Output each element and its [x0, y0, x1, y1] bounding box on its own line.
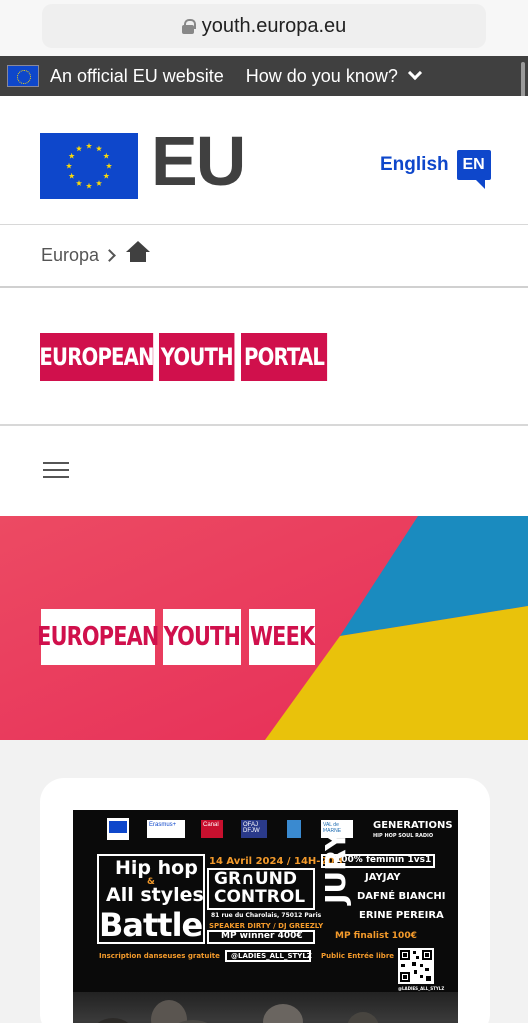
handle-text: @LADIES_ALL_STYLZ	[231, 952, 312, 960]
jury-member-1: JAYJAY	[365, 872, 401, 883]
how-label: How do you know?	[245, 65, 398, 86]
public-text: Public Entrée libre	[321, 952, 395, 960]
registration-text: Inscription danseuses gratuite	[99, 952, 220, 960]
breadcrumb: Europa	[0, 224, 528, 288]
home-icon[interactable]	[126, 240, 151, 263]
language-selector[interactable]: English EN	[380, 150, 491, 189]
eu-flag-small-icon	[107, 818, 129, 840]
eu-logo-text: EU	[151, 122, 246, 200]
portal-logo-word-1: EUROPEAN	[39, 333, 155, 381]
url-text: youth.europa.eu	[201, 14, 347, 37]
eu-official-banner: An official EU website How do you know?	[0, 56, 528, 96]
qr-code-icon	[398, 948, 434, 984]
ofaj-logo: OFAJ DFJW	[241, 820, 267, 838]
chevron-right-icon	[103, 249, 116, 262]
official-text: An official EU website	[50, 65, 224, 86]
chevron-down-icon	[407, 65, 422, 81]
lock-icon	[181, 19, 196, 34]
poster-headline-2: All styles	[106, 884, 204, 906]
partner-logos: Erasmus+ Canal OFAJ DFJW VAL de MARNE GE…	[73, 816, 458, 846]
eu-flag-icon	[7, 65, 39, 87]
hero-banner: EUROPEAN YOUTH WEEK	[0, 516, 528, 740]
jury-member-2: DAFNÉ BIANCHI	[357, 891, 446, 902]
how-do-you-know-button[interactable]: How do you know?	[245, 65, 422, 87]
language-code: EN	[462, 156, 485, 173]
poster-headline-3: Battle	[99, 906, 203, 944]
event-poster-image[interactable]: Erasmus+ Canal OFAJ DFJW VAL de MARNE GE…	[73, 810, 458, 1023]
content-area: Erasmus+ Canal OFAJ DFJW VAL de MARNE GE…	[0, 740, 528, 1023]
portal-logo[interactable]: EUROPEAN YOUTH PORTAL	[0, 290, 528, 426]
address-bar[interactable]: youth.europa.eu	[42, 4, 486, 48]
prize-winner: MP winner 400€	[221, 931, 303, 941]
venue-name-1: GR∩UND	[214, 869, 297, 889]
language-label: English	[380, 154, 449, 175]
site-header: EU English EN	[0, 96, 528, 224]
eu-flag-logo[interactable]	[40, 133, 138, 199]
menu-bar	[0, 428, 528, 516]
venue-address: 81 rue du Charolais, 75012 Paris	[211, 912, 322, 919]
erasmus-logo: Erasmus+	[147, 820, 185, 838]
poster-speaker: SPEAKER DIRTY / DJ GREEZLY	[209, 922, 324, 930]
generations-sub: HIP HOP SOUL RADIO	[373, 833, 434, 839]
poster-category: 100% féminin 1vs1	[335, 855, 432, 865]
crowd-photo	[73, 992, 458, 1023]
hamburger-menu-icon[interactable]	[43, 462, 69, 480]
jury-member-3: ERINE PEREIRA	[359, 910, 444, 921]
language-bubble-icon: EN	[456, 150, 491, 189]
prize-finalist: MP finalist 100€	[335, 931, 417, 941]
venue-name-2: CONTROL	[214, 887, 306, 907]
event-card[interactable]: Erasmus+ Canal OFAJ DFJW VAL de MARNE GE…	[40, 778, 490, 1023]
breadcrumb-europa[interactable]: Europa	[41, 245, 99, 266]
hero-word-1: EUROPEAN	[37, 609, 159, 665]
hero-word-3: WEEK	[249, 609, 315, 665]
canal-logo: Canal	[201, 820, 223, 838]
poster-headline-1: Hip hop	[115, 857, 198, 879]
generations-logo: GENERATIONS	[373, 820, 453, 831]
qr-caption: @LADIES_ALL_STYLZ	[398, 986, 445, 991]
portal-logo-word-3: PORTAL	[241, 333, 328, 381]
partner-logo-icon	[287, 820, 301, 838]
portal-logo-word-2: YOUTH	[159, 333, 235, 381]
browser-toolbar: youth.europa.eu	[0, 0, 528, 56]
hero-word-2: YOUTH	[163, 609, 241, 665]
